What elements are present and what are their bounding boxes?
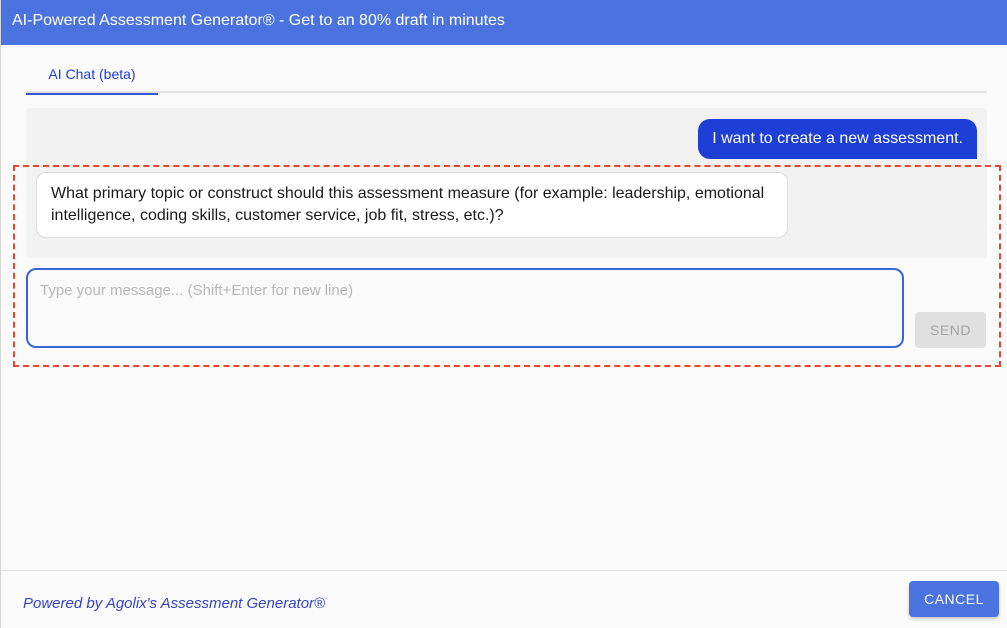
message-input[interactable]: [28, 270, 902, 346]
tab-ai-chat-label: AI Chat (beta): [48, 66, 136, 82]
assessment-generator-dialog: AI-Powered Assessment Generator® - Get t…: [0, 0, 1007, 628]
active-tab-indicator: [26, 93, 158, 95]
powered-by-text: Powered by Agolix's Assessment Generator…: [23, 595, 326, 612]
chat-history[interactable]: I want to create a new assessment. What …: [26, 108, 987, 258]
dialog-title: AI-Powered Assessment Generator® - Get t…: [1, 0, 1007, 45]
assistant-message-bubble: What primary topic or construct should t…: [36, 172, 788, 238]
send-button[interactable]: SEND: [915, 312, 986, 348]
footer-divider: [1, 570, 1007, 571]
tab-bar: AI Chat (beta): [26, 45, 987, 95]
cancel-button[interactable]: CANCEL: [909, 581, 999, 617]
message-input-container: [26, 268, 904, 348]
tab-ai-chat[interactable]: AI Chat (beta): [26, 45, 158, 95]
user-message-bubble: I want to create a new assessment.: [698, 119, 977, 159]
